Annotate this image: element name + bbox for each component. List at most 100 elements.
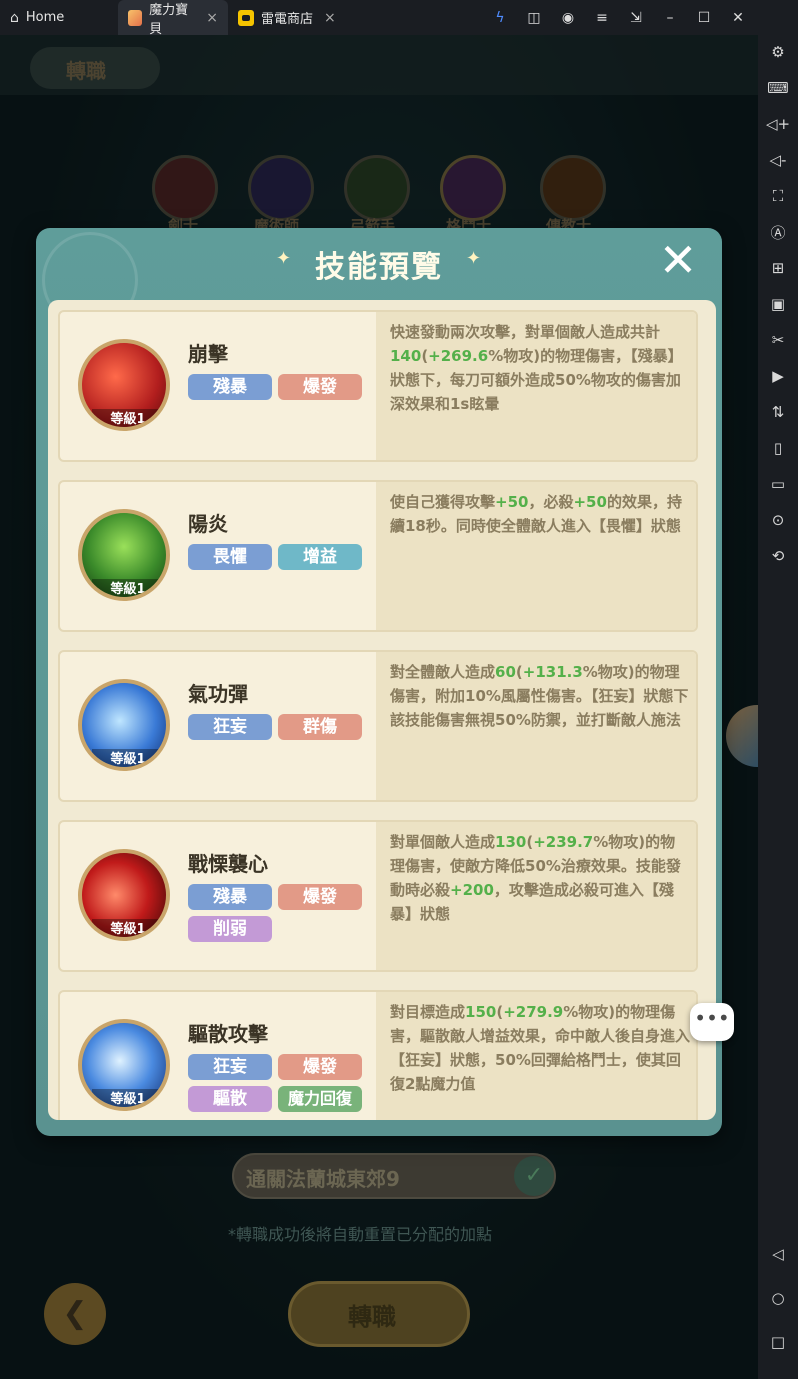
sparkle-icon: ✦ xyxy=(466,248,482,269)
skill-tag: 群傷 xyxy=(278,714,362,740)
desc-highlight: +239.7 xyxy=(533,833,594,851)
skill-name: 戰慄襲心 xyxy=(188,852,268,876)
desc-highlight: 60 xyxy=(495,663,516,681)
skill-description-panel: 對目標造成150(+279.9%物攻)的物理傷害，驅散敵人增益效果，命中敵人後自… xyxy=(376,992,696,1120)
account-icon[interactable]: ◉ xyxy=(558,10,578,26)
home-icon: ⌂ xyxy=(10,9,19,26)
maximize-icon[interactable]: ☐ xyxy=(694,10,714,26)
desc-highlight: 130 xyxy=(495,833,527,851)
recents-nav-icon[interactable]: □ xyxy=(766,1330,790,1354)
tab-game-label: 魔力寶貝 xyxy=(149,2,189,37)
skill-tag: 爆發 xyxy=(278,884,362,910)
desc-highlight: +200 xyxy=(450,881,494,899)
skill-summary: 等級1 氣功彈 狂妄 群傷 xyxy=(60,652,376,800)
skill-description-panel: 對單個敵人造成130(+239.7%物攻)的物理傷害，使敵方降低50%治療效果。… xyxy=(376,822,696,970)
desc-highlight: +131.3 xyxy=(522,663,583,681)
skill-description: 使自己獲得攻擊+50，必殺+50的效果，持續18秒。同時使全體敵人進入【畏懼】狀… xyxy=(390,490,690,538)
close-tab-icon[interactable]: × xyxy=(324,10,336,26)
skill-preview-modal: ✦ 技能預覽 ✦ ✕ 等級1 崩擊 殘暴 爆發 快速發動兩次攻擊，對單個敵人造成… xyxy=(36,228,722,1136)
skill-summary: 等級1 戰慄襲心 殘暴 爆發 削弱 xyxy=(60,822,376,970)
back-nav-icon[interactable]: ◁ xyxy=(766,1242,790,1266)
shake-icon[interactable]: ▯ xyxy=(766,436,790,460)
skill-tag: 狂妄 xyxy=(188,714,272,740)
minimize-icon[interactable]: – xyxy=(660,10,680,26)
home-nav-icon[interactable]: ○ xyxy=(766,1286,790,1310)
skill-card: 等級1 戰慄襲心 殘暴 爆發 削弱 對單個敵人造成130(+239.7%物攻)的… xyxy=(58,820,698,972)
skill-summary: 等級1 陽炎 畏懼 增益 xyxy=(60,482,376,630)
macro-icon[interactable]: Ⓐ xyxy=(766,220,790,244)
desc-text: 快速發動兩次攻擊，對單個敵人造成共計 xyxy=(390,323,661,341)
skill-description: 對全體敵人造成60(+131.3%物攻)的物理傷害，附加10%風屬性傷害。【狂妄… xyxy=(390,660,690,732)
skill-icon-terror-strike: 等級1 xyxy=(78,849,170,941)
close-icon[interactable]: ✕ xyxy=(728,10,748,26)
desc-highlight: +50 xyxy=(573,493,607,511)
skill-icon-dispel-attack: 等級1 xyxy=(78,1019,170,1111)
bolt-icon[interactable]: ϟ xyxy=(490,10,510,26)
back-button[interactable]: ❮ xyxy=(44,1283,106,1345)
settings-icon[interactable]: ⚙ xyxy=(766,40,790,64)
skill-tag: 魔力回復 xyxy=(278,1086,362,1112)
skill-card: 等級1 陽炎 畏懼 增益 使自己獲得攻擊+50，必殺+50的效果，持續18秒。同… xyxy=(58,480,698,632)
volume-down-icon[interactable]: ◁- xyxy=(766,148,790,172)
folder-icon[interactable]: ▭ xyxy=(766,472,790,496)
keyboard-icon[interactable]: ⌨ xyxy=(766,76,790,100)
skill-tag: 殘暴 xyxy=(188,884,272,910)
multi-instance-icon[interactable]: ⊞ xyxy=(766,256,790,280)
desc-highlight: +269.6 xyxy=(428,347,489,365)
skill-name: 崩擊 xyxy=(188,342,228,366)
skill-tag: 增益 xyxy=(278,544,362,570)
rotate-icon[interactable]: ⟲ xyxy=(766,544,790,568)
gamepad-icon[interactable]: ◫ xyxy=(524,10,544,26)
desc-text: ( xyxy=(515,663,523,681)
emulator-toolbar: ⚙ ⌨ ◁+ ◁- ⛶ Ⓐ ⊞ ▣ ✂ ▶ ⇅ ▯ ▭ ⊙ ⟲ ◁ ○ □ xyxy=(758,0,798,1379)
skill-level: 等級1 xyxy=(92,749,164,767)
skill-tag: 爆發 xyxy=(278,374,362,400)
skill-level: 等級1 xyxy=(92,1089,164,1107)
skill-description: 對單個敵人造成130(+239.7%物攻)的物理傷害，使敵方降低50%治療效果。… xyxy=(390,830,690,926)
desc-text: 對單個敵人造成 xyxy=(390,833,496,851)
skill-tag: 驅散 xyxy=(188,1086,272,1112)
skill-name: 氣功彈 xyxy=(188,682,248,706)
skill-card: 等級1 驅散攻擊 狂妄 爆發 驅散 魔力回復 對目標造成150(+279.9%物… xyxy=(58,990,698,1120)
tab-home[interactable]: ⌂ Home xyxy=(0,0,118,35)
tab-game[interactable]: 魔力寶貝 × xyxy=(118,0,228,37)
skill-level: 等級1 xyxy=(92,919,164,937)
skill-card: 等級1 氣功彈 狂妄 群傷 對全體敵人造成60(+131.3%物攻)的物理傷害，… xyxy=(58,650,698,802)
scissors-icon[interactable]: ✂ xyxy=(766,328,790,352)
skill-name: 陽炎 xyxy=(188,512,228,536)
skill-summary: 等級1 驅散攻擊 狂妄 爆發 驅散 魔力回復 xyxy=(60,992,376,1120)
record-icon[interactable]: ▶ xyxy=(766,364,790,388)
sync-icon[interactable]: ⇅ xyxy=(766,400,790,424)
resize-icon[interactable]: ⇲ xyxy=(626,10,646,26)
screenshot-icon[interactable]: ⛶ xyxy=(766,184,790,208)
skill-card: 等級1 崩擊 殘暴 爆發 快速發動兩次攻擊，對單個敵人造成共計140(+269.… xyxy=(58,310,698,462)
desc-text: ，必殺 xyxy=(528,493,574,511)
chat-icon[interactable]: ••• xyxy=(690,1003,734,1041)
menu-icon[interactable]: ≡ xyxy=(592,10,612,26)
store-app-icon xyxy=(238,9,254,26)
condition-text: 通關法蘭城東郊9 xyxy=(246,1167,400,1191)
skill-level: 等級1 xyxy=(92,409,164,427)
title-bar: ⌂ Home 魔力寶貝 × 雷電商店 × ϟ ◫ ◉ ≡ ⇲ – ☐ ✕ « xyxy=(0,0,798,37)
volume-up-icon[interactable]: ◁+ xyxy=(766,112,790,136)
desc-highlight: 140 xyxy=(390,347,422,365)
desc-highlight: +279.9 xyxy=(503,1003,564,1021)
tab-store[interactable]: 雷電商店 × xyxy=(228,0,346,35)
location-icon[interactable]: ⊙ xyxy=(766,508,790,532)
skill-description-panel: 快速發動兩次攻擊，對單個敵人造成共計140(+269.6%物攻)的物理傷害，【殘… xyxy=(376,312,696,460)
reset-note: *轉職成功後將自動重置已分配的加點 xyxy=(228,1225,493,1244)
skill-list[interactable]: 等級1 崩擊 殘暴 爆發 快速發動兩次攻擊，對單個敵人造成共計 140 ( +269.… xyxy=(48,300,716,1120)
skill-description: 快速發動兩次攻擊，對單個敵人造成共計140(+269.6%物攻)的物理傷害，【殘… xyxy=(390,320,690,416)
close-tab-icon[interactable]: × xyxy=(206,10,218,26)
desc-text: 對目標造成 xyxy=(390,1003,466,1021)
skill-icon-sun-flame: 等級1 xyxy=(78,509,170,601)
check-icon: ✓ xyxy=(514,1156,554,1196)
window-controls: ϟ ◫ ◉ ≡ ⇲ – ☐ ✕ « xyxy=(490,0,782,35)
close-modal-button[interactable]: ✕ xyxy=(656,237,700,284)
apk-icon[interactable]: ▣ xyxy=(766,292,790,316)
skill-tag: 狂妄 xyxy=(188,1054,272,1080)
desc-text: 對全體敵人造成 xyxy=(390,663,496,681)
skill-description: 對目標造成150(+279.9%物攻)的物理傷害，驅散敵人增益效果，命中敵人後自… xyxy=(390,1000,690,1096)
skill-tag: 畏懼 xyxy=(188,544,272,570)
skill-icon-qi-bullet: 等級1 xyxy=(78,679,170,771)
